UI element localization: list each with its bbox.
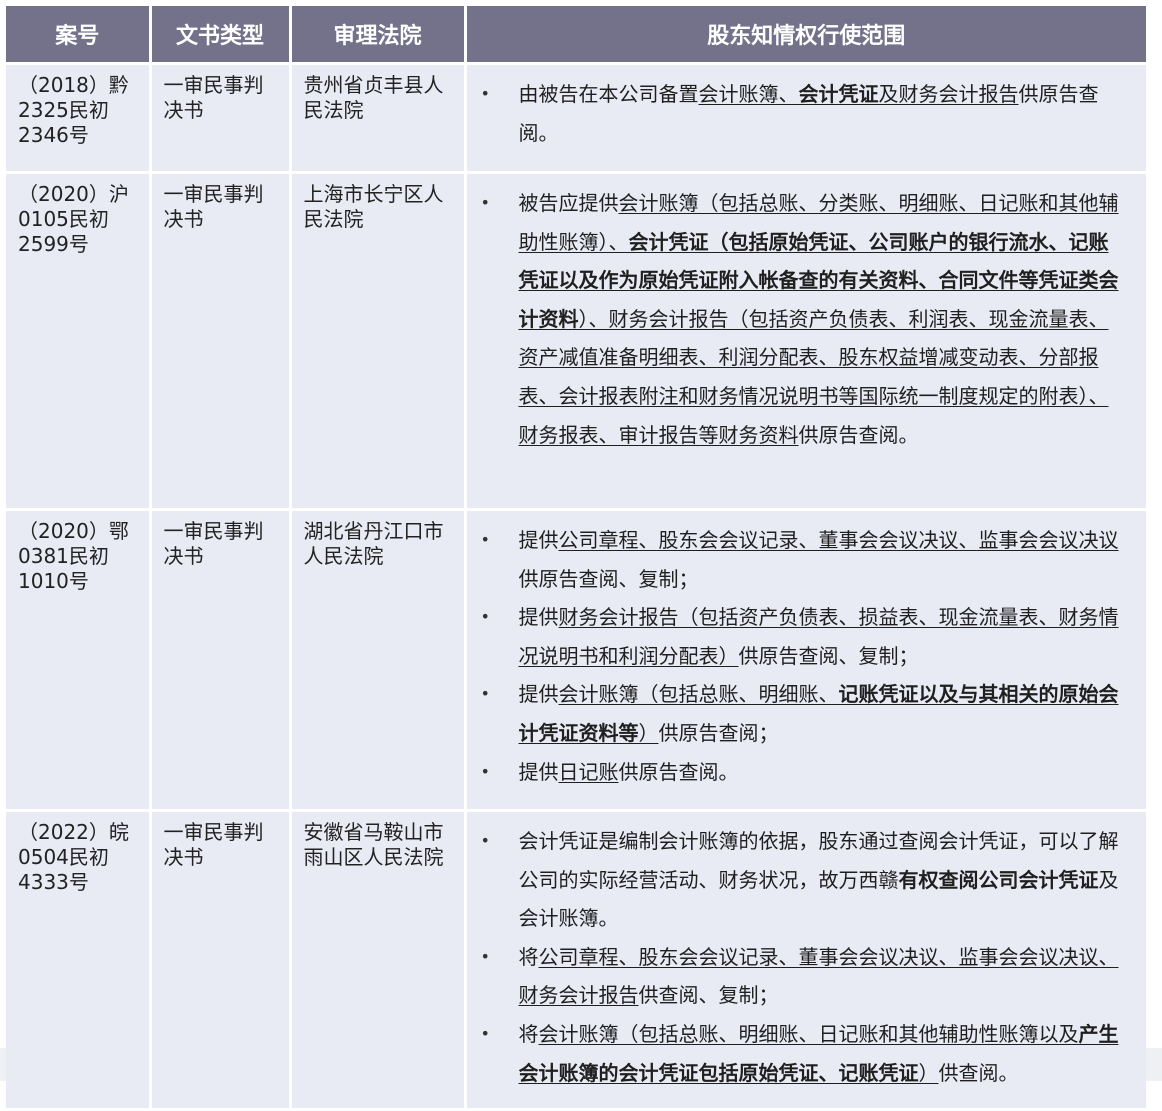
scope-bullet: 将公司章程、股东会会议记录、董事会会议决议、监事会会议决议、财务会计报告供查阅、… bbox=[477, 938, 1129, 1015]
scope-text-segment: 将 bbox=[518, 944, 539, 969]
scope-text-segment: 公司章程、股东会会议记录、董事会会议决议、监事会会议决议 bbox=[558, 528, 1119, 552]
scope-text-segment: 财务会计报告 bbox=[898, 82, 1019, 106]
document-type: 一审民事判决书 bbox=[150, 509, 292, 812]
scope-list: 提供公司章程、股东会会议记录、董事会会议决议、监事会会议决议供原告查阅、复制；提… bbox=[477, 521, 1129, 791]
case-number: （2018）黔2325民初2346号 bbox=[6, 63, 152, 174]
document-type: 一审民事判决书 bbox=[150, 63, 292, 174]
header-scope: 股东知情权行使范围 bbox=[465, 6, 1146, 65]
case-number: （2020）沪0105民初2599号 bbox=[6, 172, 152, 511]
scope-bullet: 由被告在本公司备置会计账簿、会计凭证及财务会计报告供原告查阅。 bbox=[477, 75, 1129, 152]
scope-text-segment: 会计凭证 bbox=[798, 82, 879, 106]
scope-text-segment: 公司章程、股东会会议记录、董事会会议决议、监事会会议决议、财务会计报告 bbox=[518, 944, 1119, 1008]
scope-text-segment: 供查阅、复制； bbox=[638, 983, 779, 1008]
table-row: （2020）鄂0381民初1010号 一审民事判决书 湖北省丹江口市人民法院 提… bbox=[6, 509, 1146, 812]
scope-cell: 会计凭证是编制会计账簿的依据，股东通过查阅会计凭证，可以了解公司的实际经营活动、… bbox=[465, 810, 1146, 1111]
scope-text-segment: 会计账簿（包括总账、明细账、日记账和其他辅助性账簿以及 bbox=[538, 1021, 1079, 1046]
scope-list: 被告应提供会计账簿（包括总账、分类账、明细账、日记账和其他辅助性账簿）、会计凭证… bbox=[477, 184, 1129, 454]
document-type: 一审民事判决书 bbox=[150, 810, 292, 1111]
scope-text-segment: 提供 bbox=[518, 682, 559, 707]
scope-text-segment: 被告应提供 bbox=[518, 191, 619, 215]
scope-cell: 由被告在本公司备置会计账簿、会计凭证及财务会计报告供原告查阅。 bbox=[465, 63, 1146, 174]
scope-text-segment: 提供 bbox=[518, 759, 559, 784]
scope-bullet: 提供日记账供原告查阅。 bbox=[477, 753, 1129, 792]
scope-text-segment: 供原告查阅、复制； bbox=[518, 566, 699, 591]
scope-text-segment: 日记账 bbox=[558, 759, 619, 784]
table-row: （2020）沪0105民初2599号 一审民事判决书 上海市长宁区人民法院 被告… bbox=[6, 172, 1146, 511]
scope-bullet: 被告应提供会计账簿（包括总账、分类账、明细账、日记账和其他辅助性账簿）、会计凭证… bbox=[477, 184, 1129, 454]
scope-text-segment: 由被告在本公司备置 bbox=[518, 82, 699, 106]
scope-list: 由被告在本公司备置会计账簿、会计凭证及财务会计报告供原告查阅。 bbox=[477, 75, 1129, 152]
scope-cell: 被告应提供会计账簿（包括总账、分类账、明细账、日记账和其他辅助性账簿）、会计凭证… bbox=[465, 172, 1146, 511]
scope-text-segment: 供原告查阅。 bbox=[798, 422, 919, 447]
table-row: （2018）黔2325民初2346号 一审民事判决书 贵州省贞丰县人民法院 由被… bbox=[6, 63, 1146, 174]
scope-text-segment: 提供 bbox=[518, 528, 559, 552]
scope-text-segment: 会计账簿、 bbox=[698, 82, 799, 106]
document-type: 一审民事判决书 bbox=[150, 172, 292, 511]
scope-list: 会计凭证是编制会计账簿的依据，股东通过查阅会计凭证，可以了解公司的实际经营活动、… bbox=[477, 822, 1129, 1092]
scope-cell: 提供公司章程、股东会会议记录、董事会会议决议、监事会会议决议供原告查阅、复制；提… bbox=[465, 509, 1146, 812]
scope-text-segment: 及 bbox=[878, 82, 899, 106]
scope-text-segment: 供原告查阅、复制； bbox=[738, 643, 919, 668]
court-name: 安徽省马鞍山市雨山区人民法院 bbox=[290, 810, 467, 1111]
scope-text-segment: 提供 bbox=[518, 605, 559, 630]
table-row: （2022）皖0504民初4333号 一审民事判决书 安徽省马鞍山市雨山区人民法… bbox=[6, 810, 1146, 1111]
header-court: 审理法院 bbox=[290, 6, 467, 65]
scope-bullet: 会计凭证是编制会计账簿的依据，股东通过查阅会计凭证，可以了解公司的实际经营活动、… bbox=[477, 822, 1129, 938]
scope-bullet: 提供公司章程、股东会会议记录、董事会会议决议、监事会会议决议供原告查阅、复制； bbox=[477, 521, 1129, 598]
scope-text-segment: 有权查阅公司会计凭证 bbox=[898, 867, 1099, 892]
scope-text-segment: 将 bbox=[518, 1021, 539, 1046]
scope-text-segment: 供原告查阅。 bbox=[618, 759, 739, 784]
scope-text-segment: 供原告查阅； bbox=[658, 720, 779, 745]
header-doc-type: 文书类型 bbox=[150, 6, 292, 65]
scope-bullet: 提供会计账簿（包括总账、明细账、记账凭证以及与其相关的原始会计凭证资料等）供原告… bbox=[477, 675, 1129, 752]
court-name: 贵州省贞丰县人民法院 bbox=[290, 63, 467, 174]
table-header-row: 案号 文书类型 审理法院 股东知情权行使范围 bbox=[6, 6, 1146, 65]
scope-bullet: 提供财务会计报告（包括资产负债表、损益表、现金流量表、财务情况说明书和利润分配表… bbox=[477, 598, 1129, 675]
header-case-no: 案号 bbox=[6, 6, 152, 65]
scope-text-segment: 会计账簿（包括总账、明细账、 bbox=[558, 682, 839, 707]
court-name: 上海市长宁区人民法院 bbox=[290, 172, 467, 511]
case-table: 案号 文书类型 审理法院 股东知情权行使范围 （2018）黔2325民初2346… bbox=[6, 6, 1146, 1111]
court-name: 湖北省丹江口市人民法院 bbox=[290, 509, 467, 812]
case-number: （2022）皖0504民初4333号 bbox=[6, 810, 152, 1111]
case-number: （2020）鄂0381民初1010号 bbox=[6, 509, 152, 812]
scope-text-segment: ） bbox=[638, 720, 659, 745]
